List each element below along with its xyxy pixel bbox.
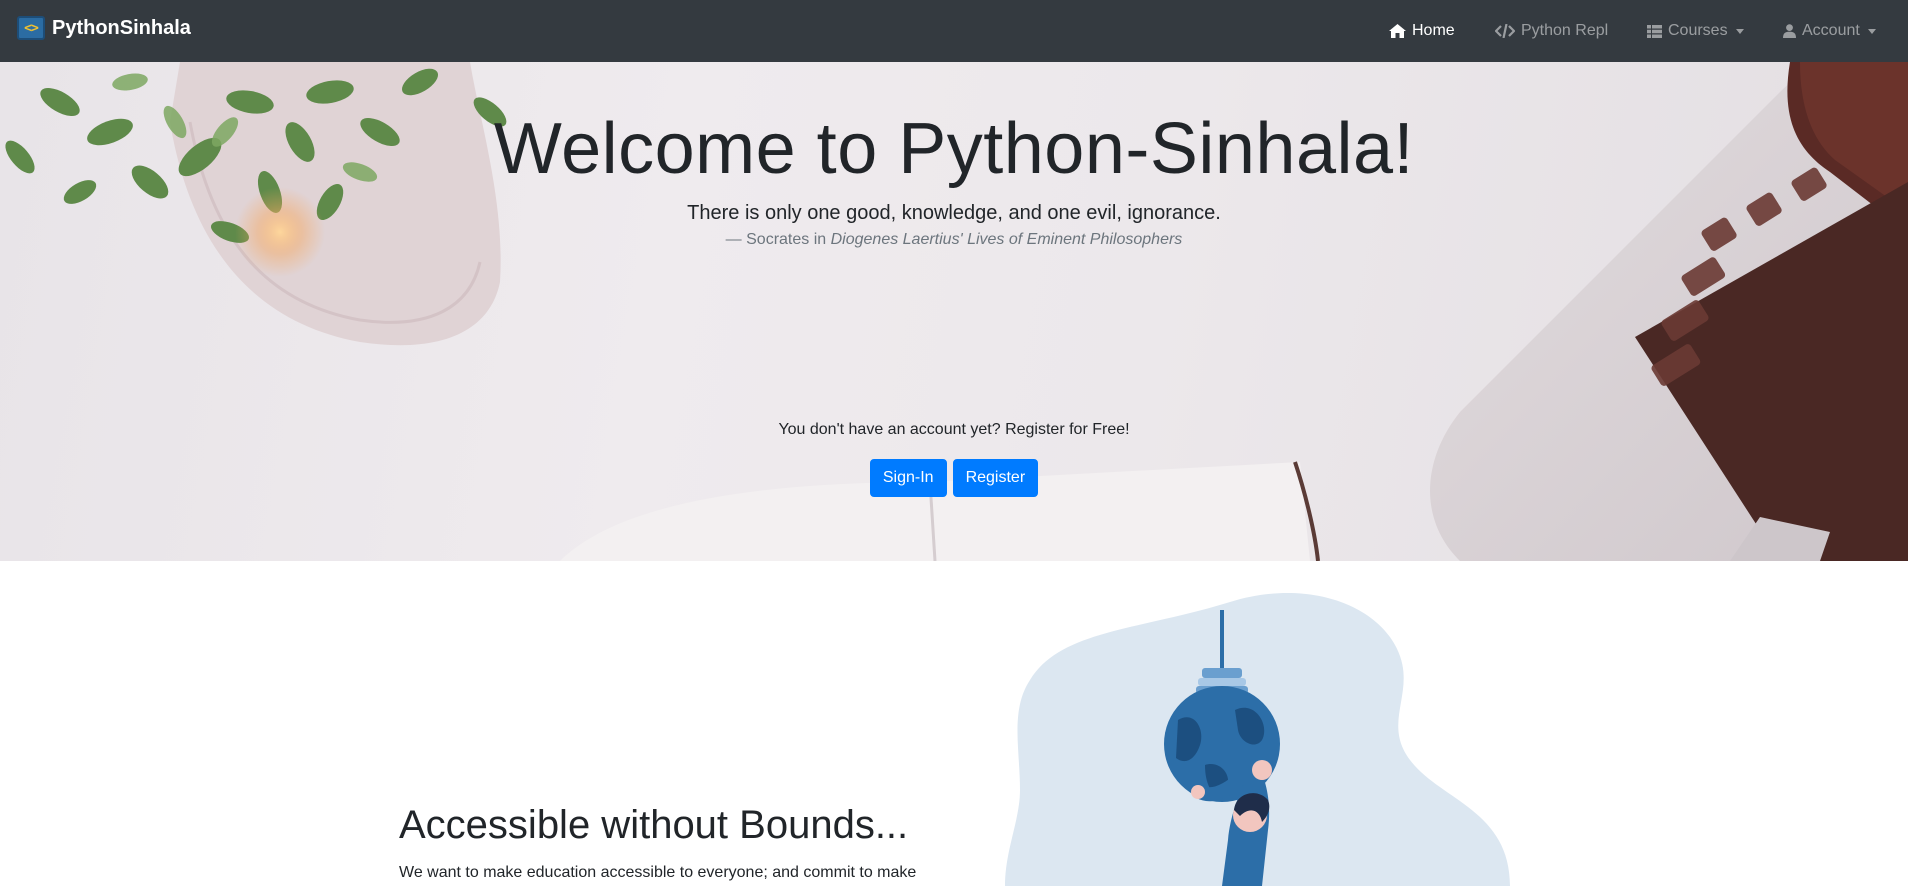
nav-python-repl-label: Python Repl [1521,22,1609,39]
nav-account-label: Account [1802,22,1860,39]
hero-banner: Welcome to Python-Sinhala! There is only… [0,62,1908,561]
lightbulb-globe-illustration [1005,593,1510,886]
citation-source: Diogenes Laertius' Lives of Eminent Phil… [830,231,1183,248]
register-prompt: You don't have an account yet? Register … [778,421,1130,438]
feature-title: Accessible without Bounds... [399,803,909,847]
nav-courses-dropdown[interactable]: Courses [1647,22,1744,40]
code-icon [1495,24,1515,38]
register-button[interactable]: Register [952,459,1039,497]
nav-home-label: Home [1412,22,1455,39]
hero-quote-citation: — Socrates in Diogenes Laertius' Lives o… [0,231,1908,249]
brand-name: PythonSinhala [52,16,191,39]
list-icon [1647,24,1662,38]
nav-home[interactable]: Home [1389,22,1455,40]
brand-link[interactable]: <> PythonSinhala [17,16,191,40]
chevron-down-icon [1735,28,1744,34]
chevron-down-icon [1867,28,1876,34]
sign-in-button[interactable]: Sign-In [869,459,947,497]
hero-title: Welcome to Python-Sinhala! [493,109,1415,189]
auth-buttons: Sign-In Register [0,459,1908,497]
nav-courses-label: Courses [1668,22,1728,39]
feature-text: We want to make education accessible to … [399,864,917,881]
user-icon [1783,24,1796,38]
citation-prefix: — Socrates in [725,231,831,248]
home-icon [1389,24,1406,38]
code-logo-icon: <> [17,16,45,40]
nav-python-repl[interactable]: Python Repl [1495,22,1608,40]
hero-quote: There is only one good, knowledge, and o… [687,202,1221,224]
navbar: <> PythonSinhala Home Python Repl Course… [0,0,1908,62]
nav-account-dropdown[interactable]: Account [1783,22,1876,40]
